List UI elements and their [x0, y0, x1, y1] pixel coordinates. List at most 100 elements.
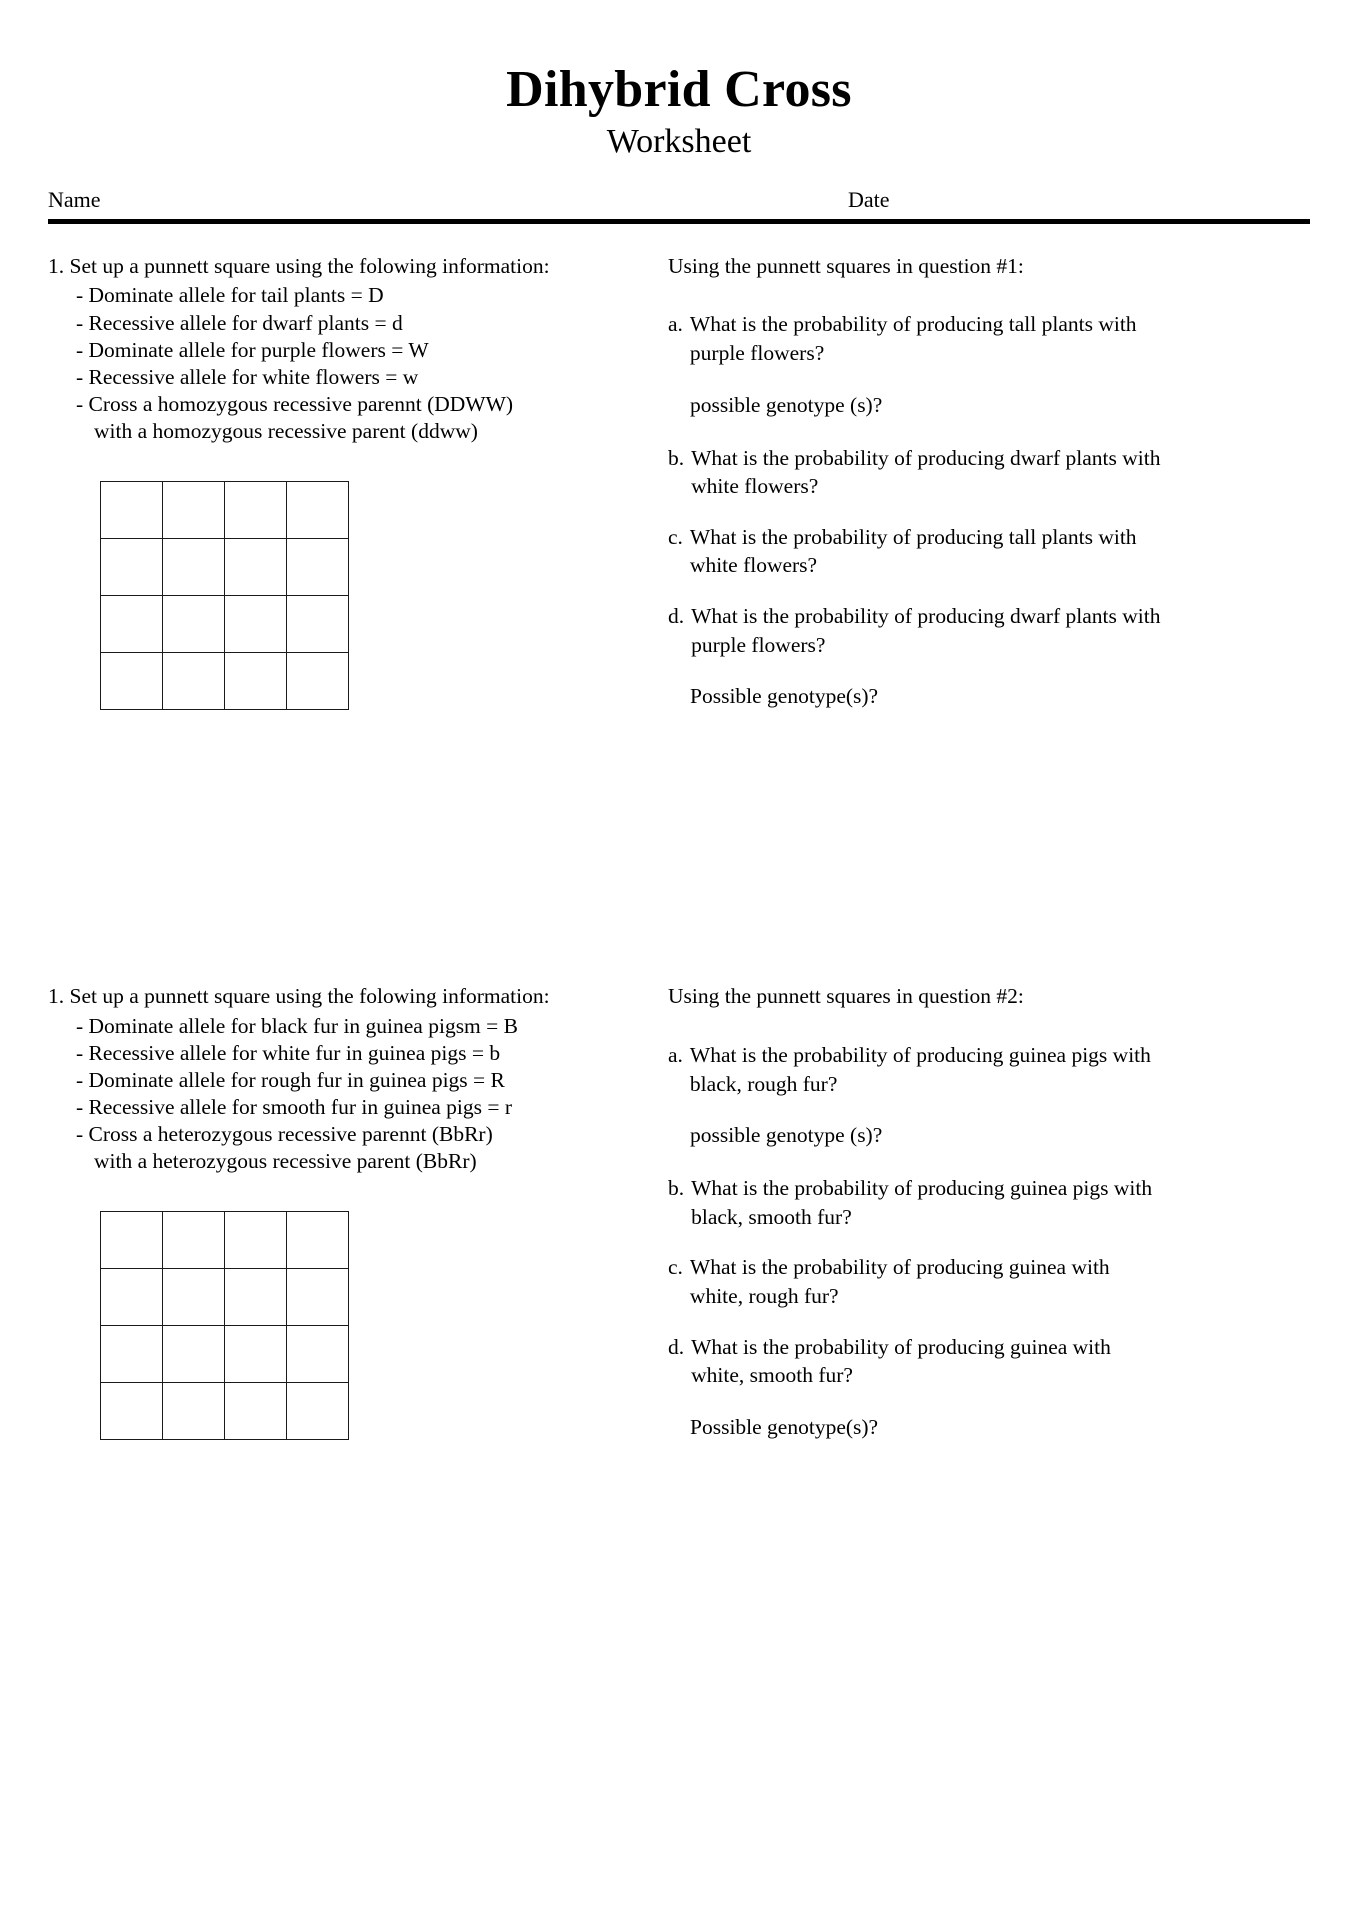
- punnett-cell[interactable]: [224, 1211, 287, 1270]
- question-letter: c.: [668, 524, 683, 549]
- section-2-punnett-wrapper: [48, 1211, 628, 1441]
- section-1-intro: Using the punnett squares in question #1…: [668, 253, 1024, 278]
- punnett-cell[interactable]: [224, 1268, 287, 1327]
- question-letter: c.: [668, 1255, 683, 1280]
- question-2a-main: a. What is the probability of producing …: [668, 1041, 1310, 1098]
- question-2d: d. What is the probability of producing …: [668, 1333, 1310, 1442]
- list-item: - Dominate allele for rough fur in guine…: [76, 1068, 505, 1093]
- page-title: Dihybrid Cross: [506, 61, 852, 118]
- title-block: Dihybrid Cross Worksheet: [0, 0, 1358, 161]
- table-row: [100, 1325, 349, 1384]
- punnett-cell[interactable]: [100, 480, 163, 539]
- punnett-cell[interactable]: [286, 480, 349, 539]
- question-1d: d. What is the probability of producing …: [668, 602, 1310, 711]
- question-text: What is the probability of producing gui…: [689, 1255, 1110, 1308]
- table-row: [100, 594, 349, 653]
- punnett-cell[interactable]: [100, 1325, 163, 1384]
- punnett-cell[interactable]: [224, 480, 287, 539]
- question-section-1: 1. Set up a punnett square using the fol…: [48, 221, 1310, 736]
- question-2c-main: c. What is the probability of producing …: [668, 1253, 1310, 1310]
- section-2-right-column: Using the punnett squares in question #2…: [628, 983, 1310, 1466]
- punnett-cell[interactable]: [286, 537, 349, 596]
- question-1d-main: d. What is the probability of producing …: [668, 602, 1310, 659]
- punnett-square-2[interactable]: [100, 1211, 349, 1441]
- punnett-cell[interactable]: [162, 537, 225, 596]
- punnett-cell[interactable]: [100, 651, 163, 710]
- punnett-cell[interactable]: [100, 1268, 163, 1327]
- punnett-square-1[interactable]: [100, 480, 349, 710]
- punnett-cell[interactable]: [224, 1382, 287, 1441]
- question-text: What is the probability of producing dwa…: [691, 603, 1161, 657]
- question-text: What is the probability of producing gui…: [691, 1176, 1153, 1229]
- page-subtitle: Worksheet: [606, 123, 752, 161]
- date-label: Date: [848, 186, 890, 212]
- punnett-cell[interactable]: [162, 651, 225, 710]
- name-date-row: Name Date: [48, 186, 1310, 224]
- question-1a-subprompt: possible genotype (s)?: [690, 392, 883, 417]
- punnett-cell[interactable]: [286, 1325, 349, 1384]
- punnett-cell[interactable]: [286, 1382, 349, 1441]
- question-text: What is the probability of producing gui…: [689, 1043, 1151, 1096]
- punnett-cell[interactable]: [100, 594, 163, 653]
- question-2b: b. What is the probability of producing …: [668, 1174, 1310, 1231]
- punnett-cell[interactable]: [286, 594, 349, 653]
- section-2-heading: 1. Set up a punnett square using the fol…: [48, 984, 550, 1009]
- section-1-right-column: Using the punnett squares in question #1…: [628, 253, 1310, 736]
- punnett-cell[interactable]: [162, 1268, 225, 1327]
- question-1d-subprompt: Possible genotype(s)?: [690, 684, 879, 709]
- section-2-left-column: 1. Set up a punnett square using the fol…: [48, 983, 628, 1441]
- question-text: What is the probability of producing tal…: [689, 524, 1137, 578]
- table-row: [100, 537, 349, 596]
- punnett-cell[interactable]: [224, 594, 287, 653]
- punnett-cell[interactable]: [224, 1325, 287, 1384]
- punnett-cell[interactable]: [286, 1268, 349, 1327]
- section-1-punnett-wrapper: [48, 480, 628, 710]
- section-2-bullet-continuation: with a heterozygous recessive parent (Bb…: [94, 1149, 477, 1174]
- list-item: - Recessive allele for smooth fur in gui…: [76, 1095, 513, 1120]
- punnett-cell[interactable]: [100, 537, 163, 596]
- question-2a-subprompt: possible genotype (s)?: [690, 1123, 883, 1148]
- question-letter: a.: [668, 1043, 683, 1067]
- punnett-cell[interactable]: [162, 480, 225, 539]
- list-item: - Dominate allele for tail plants = D: [76, 283, 384, 308]
- list-item: - Cross a homozygous recessive parennt (…: [76, 391, 514, 416]
- punnett-cell[interactable]: [162, 1382, 225, 1441]
- section-1-columns: 1. Set up a punnett square using the fol…: [48, 253, 1310, 736]
- question-2d-main: d. What is the probability of producing …: [668, 1333, 1310, 1390]
- question-1a: a. What is the probability of producing …: [668, 310, 1310, 419]
- list-item: - Dominate allele for black fur in guine…: [76, 1014, 518, 1038]
- punnett-cell[interactable]: [162, 594, 225, 653]
- question-1b: b. What is the probability of producing …: [668, 444, 1310, 501]
- question-letter: b.: [668, 1176, 685, 1201]
- punnett-cell[interactable]: [286, 1211, 349, 1270]
- question-letter: b.: [668, 445, 685, 470]
- punnett-cell[interactable]: [100, 1211, 163, 1270]
- question-letter: a.: [668, 312, 683, 337]
- punnett-cell[interactable]: [162, 1211, 225, 1270]
- worksheet-page: Dihybrid Cross Worksheet Name Date 1. Se…: [0, 0, 1358, 1920]
- question-1a-main: a. What is the probability of producing …: [668, 310, 1310, 367]
- list-item: - Recessive allele for white flowers = w: [76, 364, 419, 389]
- question-1c-main: c. What is the probability of producing …: [668, 523, 1310, 580]
- table-row: [100, 1382, 349, 1441]
- list-item: - Cross a heterozygous recessive parennt…: [76, 1122, 493, 1147]
- question-2a: a. What is the probability of producing …: [668, 1041, 1310, 1150]
- list-item: - Dominate allele for purple flowers = W: [76, 337, 429, 362]
- section-1-bullet-list: - Dominate allele for tail plants = D - …: [48, 282, 628, 417]
- section-2-columns: 1. Set up a punnett square using the fol…: [48, 983, 1310, 1466]
- section-2-bullet-list: - Dominate allele for black fur in guine…: [48, 1013, 628, 1148]
- punnett-cell[interactable]: [224, 651, 287, 710]
- section-2-intro: Using the punnett squares in question #2…: [668, 984, 1024, 1009]
- question-2b-main: b. What is the probability of producing …: [668, 1174, 1310, 1231]
- question-1b-main: b. What is the probability of producing …: [668, 444, 1310, 501]
- question-section-2: 1. Set up a punnett square using the fol…: [48, 735, 1310, 1466]
- punnett-cell[interactable]: [162, 1325, 225, 1384]
- punnett-cell[interactable]: [100, 1382, 163, 1441]
- punnett-cell[interactable]: [224, 537, 287, 596]
- table-row: [100, 480, 349, 539]
- question-text: What is the probability of producing dwa…: [691, 445, 1161, 499]
- table-row: [100, 651, 349, 710]
- question-text: What is the probability of producing gui…: [691, 1334, 1111, 1388]
- punnett-cell[interactable]: [286, 651, 349, 710]
- question-2c: c. What is the probability of producing …: [668, 1253, 1310, 1310]
